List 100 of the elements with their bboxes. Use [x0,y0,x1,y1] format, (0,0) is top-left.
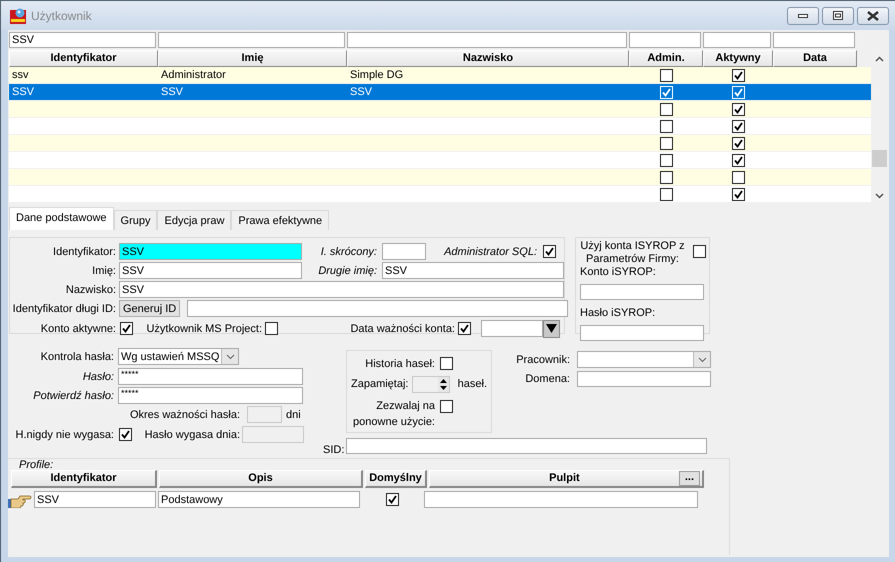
field-label: Historia haseł: [364,358,435,370]
checkbox[interactable] [732,120,744,132]
field-label: Potwierdź hasło: [32,390,114,402]
checkbox[interactable] [732,136,744,150]
filter-field[interactable] [629,32,701,48]
field-label: Hasło: [82,370,114,382]
column-header[interactable]: Aktywny [703,50,773,67]
input-field[interactable] [580,284,704,300]
generate-id-button[interactable]: Generuj ID [119,300,180,317]
column-header[interactable]: Pulpit [430,471,679,486]
input-field[interactable]: SSV [119,262,302,279]
dropdown-field[interactable] [577,351,711,368]
input-field[interactable] [247,406,282,423]
input-field[interactable]: SSV [119,243,302,260]
maximize-icon [833,11,843,20]
checkbox[interactable] [440,357,453,370]
input-field[interactable]: SSV [119,281,564,298]
spinner-arrows-icon [438,376,449,392]
checkbox[interactable] [660,120,672,132]
input-field[interactable]: SSV [34,491,156,508]
input-field[interactable]: Podstawowy [158,491,360,508]
field-label: Konto aktywne: [40,322,116,334]
dropdown-field[interactable]: Wg ustawień MSSQ [118,348,239,365]
minimize-button[interactable] [787,6,819,24]
column-header[interactable]: Admin. [629,50,703,67]
column-header[interactable]: Opis [159,470,363,488]
app-logo-icon [10,8,26,24]
column-header[interactable]: Domyślny [365,470,427,488]
chevron-down-icon [226,354,234,360]
checkbox[interactable] [120,322,133,335]
filter-field[interactable]: SSV [9,32,156,48]
filter-field[interactable] [773,32,855,48]
tab[interactable]: Grupy [114,210,158,230]
checkbox[interactable] [265,322,278,335]
field-label: Hasło iSYROP: [580,307,656,319]
column-header[interactable]: Identyfikator [9,50,158,67]
checkbox[interactable] [732,188,744,200]
input-field[interactable] [577,370,711,386]
field-label: Zezwalaj na ponowne użycie: [352,399,435,430]
field-label: Okres ważności hasła: [128,408,240,420]
table-cell-text: ssv [11,69,30,81]
filter-field[interactable] [158,32,345,48]
column-header[interactable]: Data [773,50,857,67]
field-label: Kontrola hasła: [40,350,114,362]
scroll-up-icon [874,56,884,62]
checkbox[interactable] [386,493,398,506]
checkbox[interactable] [732,68,744,82]
input-field[interactable] [580,325,704,341]
checkbox[interactable] [660,136,672,150]
checkbox[interactable] [660,102,672,116]
checkbox[interactable] [543,245,556,258]
input-field[interactable] [382,243,426,260]
tab[interactable]: Dane podstawowe [9,207,114,230]
more-button[interactable]: ... [678,471,700,486]
input-field[interactable] [242,426,304,443]
field-label: Zapamiętaj: [351,378,409,390]
field-label: Identyfikator: [52,246,116,258]
field-label: Identyfikator długi ID: [12,302,116,314]
minimize-icon [798,14,808,18]
close-button[interactable] [857,6,889,24]
checkbox[interactable] [732,170,744,184]
field-label: Pracownik: [515,354,570,366]
password-field[interactable]: ***** [118,387,303,404]
maximize-button[interactable] [822,6,854,24]
checkbox[interactable] [440,400,453,413]
input-field[interactable] [346,438,707,454]
checkbox[interactable] [660,188,672,200]
date-field[interactable] [481,320,543,337]
column-header[interactable]: Nazwisko [347,50,629,67]
window-title: Użytkownik [31,8,93,22]
checkbox[interactable] [693,245,706,258]
unit-label: haseł. [458,378,487,390]
checkbox[interactable] [732,154,744,166]
field-label: I. skrócony: [320,246,377,258]
table-cell-text: SSV [11,86,36,98]
dropdown-button[interactable] [543,320,560,338]
field-label: Nazwisko: [64,284,116,296]
checkbox[interactable] [458,322,471,335]
field-label: Użyj konta ISYROP z Parametrów Firmy: [580,240,685,266]
triangle-down-icon [546,324,557,333]
tab[interactable]: Prawa efektywne [231,210,330,230]
password-field[interactable]: ***** [118,368,303,385]
scroll-thumb[interactable] [872,150,886,167]
checkbox[interactable] [732,102,744,116]
checkbox[interactable] [660,170,672,184]
table-cell-text: Administrator [160,69,227,81]
checkbox[interactable] [119,428,132,441]
checkbox[interactable] [660,68,672,82]
table-row[interactable]: ssv Administrator Simple DG [9,67,871,84]
column-header[interactable]: Identyfikator [11,470,157,488]
input-field[interactable] [424,491,698,508]
checkbox[interactable] [660,154,672,166]
filter-field[interactable] [347,32,627,48]
input-field[interactable]: SSV [382,262,564,279]
spin-field[interactable] [412,376,450,392]
tab[interactable]: Edycja praw [157,210,232,230]
chevron-down-icon [698,356,706,362]
filter-field[interactable] [703,32,771,48]
column-header[interactable]: Imię [158,50,347,67]
input-field[interactable] [187,300,568,317]
